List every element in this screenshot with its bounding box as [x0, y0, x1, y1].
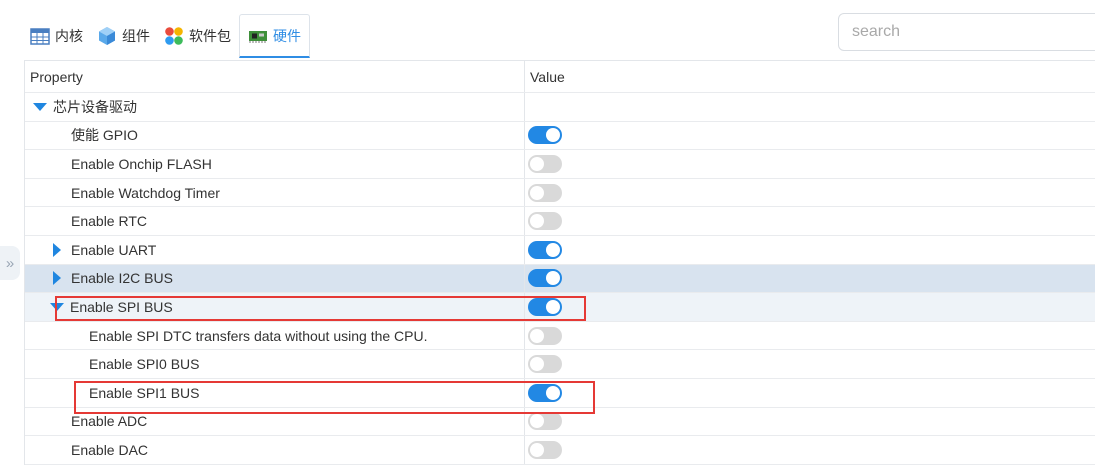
toggle-switch[interactable] [528, 355, 562, 374]
tab-hardware-label: 硬件 [273, 27, 301, 44]
row-label: Enable ADC [71, 413, 148, 430]
row-label: Enable UART [71, 241, 157, 258]
table-row[interactable]: Enable SPI DTC transfers data without us… [25, 321, 1095, 351]
value-column-header: Value [530, 68, 565, 85]
hardware-board-icon [248, 26, 268, 46]
grid-header: Property Value [25, 61, 1095, 93]
tab-package-label: 软件包 [189, 28, 231, 44]
expand-arrow-icon[interactable] [53, 242, 61, 257]
row-label: Enable Onchip FLASH [71, 155, 212, 172]
table-row[interactable]: Enable UART [25, 235, 1095, 265]
table-row[interactable]: 使能 GPIO [25, 121, 1095, 151]
table-row[interactable]: Enable Onchip FLASH [25, 150, 1095, 179]
row-label: Enable SPI1 BUS [89, 384, 200, 401]
toggle-switch[interactable] [528, 126, 562, 145]
expand-panel-icon[interactable]: » [0, 246, 20, 280]
tab-component-label: 组件 [122, 28, 150, 44]
toggle-switch[interactable] [528, 183, 562, 202]
toggle-switch[interactable] [528, 412, 562, 431]
row-label: Enable SPI BUS [70, 298, 173, 315]
component-cube-icon [97, 26, 117, 46]
expand-arrow-icon[interactable] [53, 271, 61, 286]
collapse-arrow-icon[interactable] [33, 102, 47, 111]
table-row[interactable]: Enable I2C BUS [25, 264, 1095, 294]
property-column-header: Property [25, 61, 525, 92]
table-row[interactable]: Enable SPI BUS [25, 293, 1095, 322]
table-row[interactable]: Enable DAC [25, 436, 1095, 465]
search-input[interactable] [838, 13, 1095, 51]
row-label: Enable DAC [71, 441, 149, 458]
tab-component[interactable]: 组件 [91, 14, 158, 58]
row-label: Enable SPI DTC transfers data without us… [89, 327, 428, 344]
toggle-switch[interactable] [528, 154, 562, 173]
toggle-switch[interactable] [528, 240, 562, 259]
toggle-switch[interactable] [528, 440, 562, 459]
toggle-switch[interactable] [528, 383, 562, 402]
table-row[interactable]: Enable Watchdog Timer [25, 178, 1095, 208]
row-label: 使能 GPIO [71, 127, 138, 144]
package-dots-icon [164, 26, 184, 46]
table-row[interactable]: Enable SPI1 BUS [25, 378, 1095, 408]
row-label: Enable RTC [71, 213, 148, 230]
toggle-switch[interactable] [528, 326, 562, 345]
tab-kernel[interactable]: 内核 [24, 14, 91, 58]
row-label: Enable Watchdog Timer [71, 184, 220, 201]
collapse-arrow-icon[interactable] [50, 302, 64, 311]
section-row[interactable]: 芯片设备驱动 [25, 93, 1095, 122]
section-label: 芯片设备驱动 [53, 98, 137, 115]
tab-package[interactable]: 软件包 [158, 14, 239, 58]
tab-hardware[interactable]: 硬件 [239, 14, 310, 58]
tab-bar: 内核 组件 软件包 硬件 [24, 14, 310, 58]
row-label: Enable I2C BUS [71, 270, 173, 287]
table-row[interactable]: Enable ADC [25, 407, 1095, 437]
toggle-switch[interactable] [528, 269, 562, 288]
tab-kernel-label: 内核 [55, 28, 83, 44]
toggle-switch[interactable] [528, 297, 562, 316]
table-row[interactable]: Enable SPI0 BUS [25, 350, 1095, 379]
toggle-switch[interactable] [528, 212, 562, 231]
property-grid: Property Value 芯片设备驱动 使能 GPIO Enable Onc… [24, 60, 1095, 465]
kernel-table-icon [30, 26, 50, 46]
table-row[interactable]: Enable RTC [25, 207, 1095, 236]
row-label: Enable SPI0 BUS [89, 356, 200, 373]
